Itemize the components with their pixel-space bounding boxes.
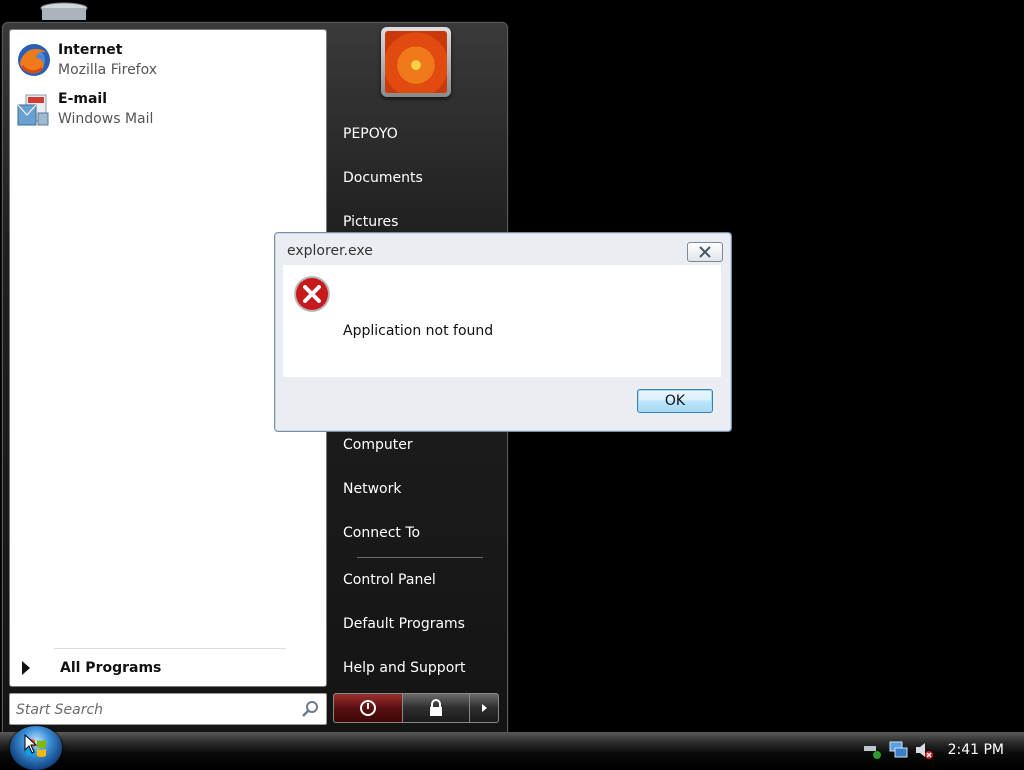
error-icon <box>294 276 330 312</box>
link-computer[interactable]: Computer <box>343 430 413 460</box>
divider <box>54 648 286 649</box>
power-icon <box>360 700 376 716</box>
divider <box>357 557 483 558</box>
user-picture[interactable] <box>381 27 451 97</box>
dialog-close-button[interactable] <box>687 242 723 262</box>
link-default-programs[interactable]: Default Programs <box>343 609 465 639</box>
link-user-folder[interactable]: PEPOYO <box>343 119 398 149</box>
start-search-box[interactable] <box>9 693 327 725</box>
all-programs-button[interactable]: All Programs <box>20 657 310 679</box>
network-icon[interactable] <box>888 740 908 760</box>
pinned-internet-subtitle: Mozilla Firefox <box>58 62 158 78</box>
pinned-email-subtitle: Windows Mail <box>58 111 154 127</box>
lock-button[interactable] <box>403 693 470 723</box>
all-programs-label: All Programs <box>60 660 162 676</box>
volume-muted-icon[interactable] <box>914 740 934 760</box>
link-help-and-support[interactable]: Help and Support <box>343 653 466 683</box>
dialog-title: explorer.exe <box>287 243 373 259</box>
mail-icon <box>17 94 49 126</box>
search-input[interactable] <box>14 698 298 722</box>
recycle-bin-icon[interactable] <box>40 2 88 20</box>
dialog-body: Application not found <box>283 265 721 377</box>
error-dialog: explorer.exe Application not found OK <box>274 232 732 432</box>
flower-picture-icon <box>385 31 447 93</box>
dialog-message: Application not found <box>343 323 494 339</box>
ok-button[interactable]: OK <box>637 389 713 413</box>
power-button[interactable] <box>333 693 403 723</box>
shutdown-options-button[interactable] <box>470 693 499 723</box>
pinned-email-title: E-mail <box>58 91 108 107</box>
pinned-internet-title: Internet <box>58 42 123 58</box>
pinned-item-email[interactable]: E-mail Windows Mail <box>16 87 316 131</box>
link-control-panel[interactable]: Control Panel <box>343 565 436 595</box>
clock[interactable]: 2:41 PM <box>948 742 1004 758</box>
close-icon <box>699 246 711 258</box>
mouse-pointer-icon <box>24 734 38 754</box>
safely-remove-hardware-icon[interactable] <box>862 740 882 760</box>
arrow-right-icon <box>22 661 30 675</box>
pinned-item-internet[interactable]: Internet Mozilla Firefox <box>16 38 316 82</box>
link-network[interactable]: Network <box>343 474 401 504</box>
system-tray: 2:41 PM <box>862 732 1024 768</box>
link-connect-to[interactable]: Connect To <box>343 518 420 548</box>
firefox-icon <box>18 44 50 76</box>
arrow-right-icon <box>481 704 487 712</box>
power-controls <box>333 693 501 723</box>
search-icon[interactable] <box>302 700 320 718</box>
lock-icon <box>430 699 442 716</box>
link-documents[interactable]: Documents <box>343 163 423 193</box>
